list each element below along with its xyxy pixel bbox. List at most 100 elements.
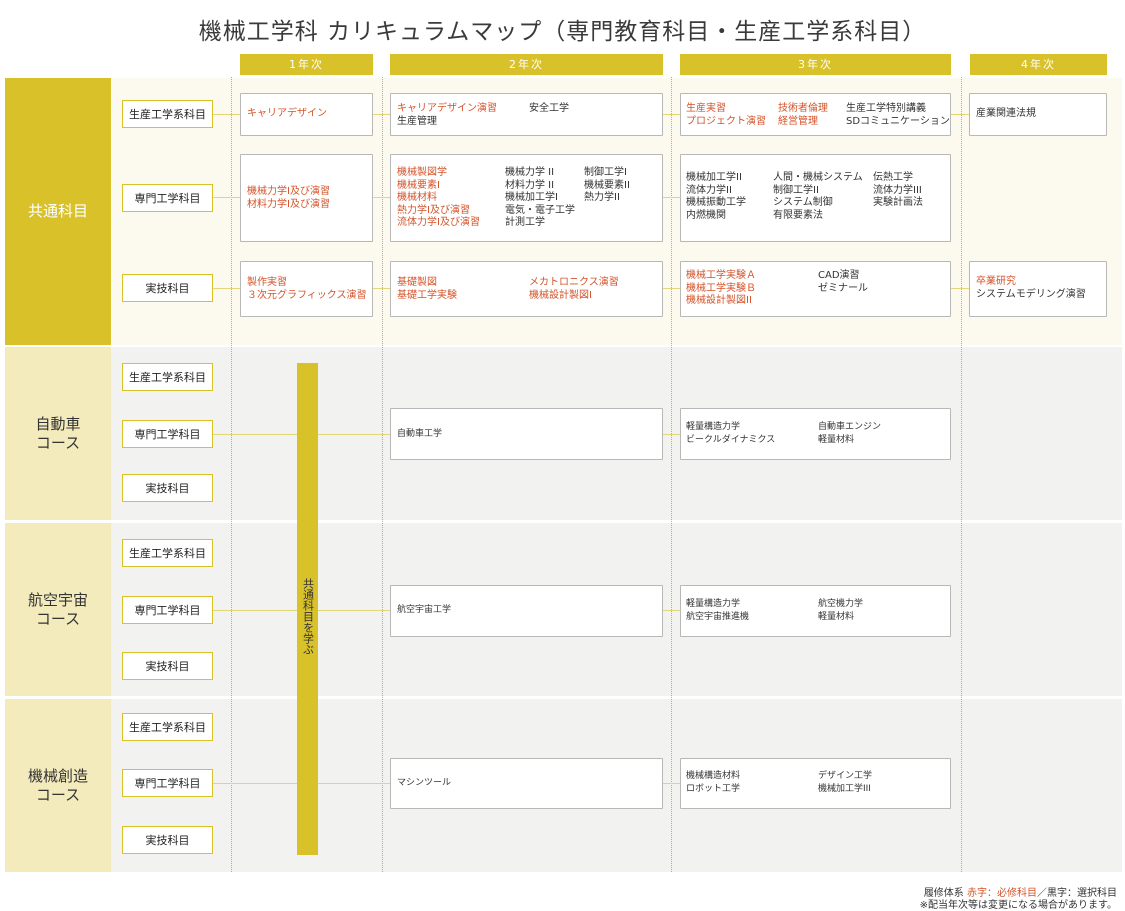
course-list: 機械構造材料 ロボット工学 <box>686 770 740 795</box>
course-name: 安全工学 <box>529 103 569 114</box>
section-mech-course: 機械創造 コース <box>5 699 111 872</box>
course-name: ロボット工学 <box>686 783 741 794</box>
course-name: 人間・機械システム <box>773 172 863 183</box>
course-name: 生産実習 <box>686 103 726 114</box>
course-name: 実験計画法 <box>873 197 923 208</box>
course-name: 機械要素II <box>584 179 630 191</box>
course-name: SDコミュニケーション <box>846 115 950 127</box>
course-list: キャリアデザイン <box>247 108 327 119</box>
course-name: 流体力学II <box>686 184 732 196</box>
category-specialty: 専門工学科目 <box>122 769 213 797</box>
course-list: 機械力学Ⅰ及び演習 材料力学Ⅰ及び演習 <box>247 186 330 211</box>
year-4-header: 4年次 <box>970 54 1107 75</box>
course-name: 航空機力学 <box>818 599 864 609</box>
course-name: 機械要素Ⅰ <box>397 179 440 191</box>
course-name: 制御工学II <box>773 184 819 196</box>
course-name: 軽量構造力学 <box>686 422 741 432</box>
course-list: 自動車エンジン 軽量材料 <box>818 421 881 446</box>
course-name: 生産工学特別講義 <box>846 103 926 114</box>
category-practical: 実技科目 <box>122 826 213 854</box>
course-list: 航空機力学 軽量材料 <box>818 598 863 623</box>
course-name: 計測工学 <box>505 217 545 228</box>
section-aero-course: 航空宇宙 コース <box>5 523 111 696</box>
course-name: プロジェクト演習 <box>686 115 766 127</box>
course-list: 機械工学実験Ａ 機械工学実験Ｂ 機械設計製図II <box>686 270 756 308</box>
course-name: 材料力学 II <box>505 179 555 191</box>
course-name: 基礎工学実験 <box>397 289 457 301</box>
course-list: 航空宇宙工学 <box>397 604 451 617</box>
course-name: 卒業研究 <box>976 276 1016 287</box>
course-name: 軽量構造力学 <box>686 599 741 609</box>
course-list: 自動車工学 <box>397 428 442 441</box>
course-name: 機械工学実験Ｂ <box>686 282 756 294</box>
course-name: CAD演習 <box>818 270 860 281</box>
course-name: 制御工学Ⅰ <box>584 167 627 178</box>
course-name: メカトロニクス演習 <box>529 277 619 288</box>
category-production: 生産工学系科目 <box>122 100 213 128</box>
course-name: 機械力学Ⅰ及び演習 <box>247 186 330 197</box>
common-subjects-bar-label: 共通科目を学ぶ <box>301 578 315 655</box>
course-name: 機械工学実験Ａ <box>686 270 756 281</box>
course-name: 伝熱工学 <box>873 172 913 183</box>
category-production: 生産工学系科目 <box>122 539 213 567</box>
course-name: 機械加工学III <box>818 783 871 794</box>
course-list: CAD演習 ゼミナール <box>818 270 868 295</box>
course-name: ３次元グラフィックス演習 <box>247 289 367 301</box>
course-name: 熱力学Ⅰ及び演習 <box>397 204 470 216</box>
category-specialty: 専門工学科目 <box>122 184 213 212</box>
footnote: ※配当年次等は変更になる場合があります。 <box>919 900 1117 911</box>
category-production: 生産工学系科目 <box>122 363 213 391</box>
course-name: デザイン工学 <box>818 771 873 781</box>
course-name: システムモデリング演習 <box>976 288 1086 300</box>
course-list: 機械力学 II 材料力学 II 機械加工学Ⅰ 電気・電子工学 計測工学 <box>505 167 575 230</box>
course-name: 熱力学II <box>584 192 620 203</box>
course-list: マシンツール <box>397 777 451 790</box>
course-list: 機械加工学II 流体力学II 機械振動工学 内燃機関 <box>686 172 746 222</box>
course-name: 基礎製図 <box>397 277 437 288</box>
course-name: 内燃機関 <box>686 209 726 221</box>
course-name: 機械製図学 <box>397 167 447 178</box>
course-list: 軽量構造力学ビークルダイナミクス <box>686 421 775 446</box>
section-common: 共通科目 <box>5 78 111 345</box>
course-name: 産業関連法規 <box>976 108 1036 119</box>
course-name: 航空宇宙推進機 <box>686 611 750 622</box>
course-list: 生産実習 プロジェクト演習 <box>686 103 766 128</box>
year-2-header: 2年次 <box>390 54 663 75</box>
course-list: 人間・機械システム 制御工学II システム制御 有限要素法 <box>773 172 863 222</box>
course-name: 電気・電子工学 <box>505 204 575 216</box>
course-name: 生産管理 <box>397 115 437 127</box>
category-practical: 実技科目 <box>122 652 213 680</box>
course-list: デザイン工学 機械加工学III <box>818 770 872 795</box>
course-list: 制御工学Ⅰ 機械要素II 熱力学II <box>584 167 630 205</box>
category-specialty: 専門工学科目 <box>122 596 213 624</box>
course-name: ビークルダイナミクス <box>686 434 776 445</box>
course-name: 軽量材料 <box>818 434 855 445</box>
course-name: 流体力学Ⅰ及び演習 <box>397 217 480 228</box>
course-list: 軽量構造力学 航空宇宙推進機 <box>686 598 749 623</box>
page-title: 機械工学科 カリキュラムマップ（専門教育科目・生産工学系科目） <box>198 19 927 45</box>
course-name: 流体力学III <box>873 184 922 196</box>
course-name: 機械加工学II <box>686 172 742 183</box>
course-name: 機械構造材料 <box>686 771 741 781</box>
course-name: ゼミナール <box>818 282 868 294</box>
course-name: 機械力学 II <box>505 167 555 178</box>
course-name: 軽量材料 <box>818 611 855 622</box>
course-name: 材料力学Ⅰ及び演習 <box>247 198 330 210</box>
section-auto-course: 自動車 コース <box>5 347 111 520</box>
category-practical: 実技科目 <box>122 474 213 502</box>
course-name: システム制御 <box>773 197 833 208</box>
course-name: 航空宇宙工学 <box>397 605 452 615</box>
course-name: 機械材料 <box>397 192 437 203</box>
course-list: 製作実習 ３次元グラフィックス演習 <box>247 277 367 302</box>
year-3-header: 3年次 <box>680 54 951 75</box>
course-name: 経営管理 <box>778 115 818 127</box>
category-specialty: 専門工学科目 <box>122 420 213 448</box>
course-list: 生産工学特別講義 SDコミュニケーション <box>846 103 950 128</box>
course-name: キャリアデザイン演習 <box>397 103 497 114</box>
course-name: 自動車エンジン <box>818 422 882 432</box>
year-1-header: 1年次 <box>240 54 373 75</box>
course-name: 技術者倫理 <box>778 103 828 114</box>
category-production: 生産工学系科目 <box>122 713 213 741</box>
course-name: 機械設計製図Ⅰ <box>529 289 592 301</box>
course-name: 機械設計製図II <box>686 295 752 306</box>
